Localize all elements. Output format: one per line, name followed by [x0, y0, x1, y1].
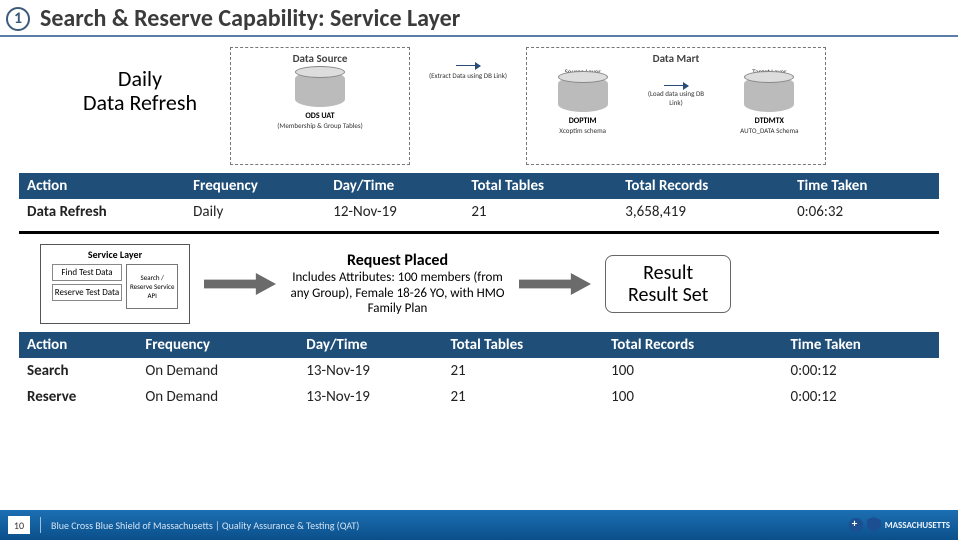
- cell-day: 13-Nov-19: [298, 384, 442, 410]
- result-box: Result Result Set: [605, 255, 731, 313]
- request-table: Action Frequency Day/Time Total Tables T…: [19, 332, 939, 410]
- cell-action: Search: [19, 358, 137, 384]
- doptim-sub: Xcoptim schema: [538, 126, 628, 135]
- data-mart-title: Data Mart: [531, 52, 821, 65]
- th-time: Time Taken: [783, 332, 940, 358]
- service-layer-box: Service Layer Find Test Data Reserve Tes…: [40, 244, 190, 324]
- step-number-badge: 1: [6, 7, 30, 31]
- request-title: Request Placed: [290, 251, 505, 270]
- data-mart-box: Data Mart Source Layer DOPTIM Xcoptim sc…: [526, 47, 826, 165]
- cell-time: 0:00:12: [783, 358, 940, 384]
- result-line1: Result: [628, 262, 708, 284]
- cell-tables: 21: [442, 358, 603, 384]
- cell-time: 0:00:12: [783, 384, 940, 410]
- section-divider: [19, 231, 939, 234]
- cell-records: 3,658,419: [617, 199, 789, 225]
- table-row: Search On Demand 13-Nov-19 21 100 0:00:1…: [19, 358, 939, 384]
- th-action: Action: [19, 332, 137, 358]
- flow-arrow-1: (Extract Data using DB Link): [428, 47, 508, 165]
- svc-title: Service Layer: [44, 248, 186, 261]
- bcbs-cross-icon: [849, 518, 863, 532]
- ods-label: ODS UAT: [305, 111, 334, 121]
- database-icon: [295, 71, 345, 107]
- footer-brand: MASSACHUSETTS: [849, 517, 950, 533]
- dm-right: Target Layer DTDMTX AUTO_DATA Schema: [724, 67, 814, 135]
- th-day: Day/Time: [298, 332, 442, 358]
- ods-sub: (Membership & Group Tables): [277, 121, 363, 130]
- cell-records: 100: [603, 358, 782, 384]
- footer-bar: 10 Blue Cross Blue Shield of Massachuset…: [0, 510, 958, 540]
- result-line2: Result Set: [628, 284, 708, 306]
- arrow2-note: (Load data using DB Link): [641, 89, 711, 107]
- cell-day: 13-Nov-19: [298, 358, 442, 384]
- database-icon: [744, 76, 794, 112]
- svc-left-stack: Find Test Data Reserve Test Data: [52, 264, 122, 309]
- arrow-icon: [519, 273, 591, 295]
- cell-freq: On Demand: [137, 384, 298, 410]
- upper-block: Daily Data Refresh Data Source ODS UAT (…: [0, 47, 958, 165]
- cell-records: 100: [603, 384, 782, 410]
- cell-action: Data Refresh: [19, 199, 185, 225]
- title-bar: 1 Search & Reserve Capability: Service L…: [0, 0, 958, 37]
- daily-line2: Data Refresh: [70, 91, 210, 115]
- page-number: 10: [8, 516, 30, 534]
- table-row: Reserve On Demand 13-Nov-19 21 100 0:00:…: [19, 384, 939, 410]
- table-row: Data Refresh Daily 12-Nov-19 21 3,658,41…: [19, 199, 939, 225]
- refresh-table: Action Frequency Day/Time Total Tables T…: [19, 173, 939, 225]
- arrow-icon: [204, 273, 276, 295]
- database-icon: [558, 76, 608, 112]
- request-result-row: Service Layer Find Test Data Reserve Tes…: [0, 244, 958, 324]
- cell-day: 12-Nov-19: [325, 199, 463, 225]
- request-placed-box: Request Placed Includes Attributes: 100 …: [290, 251, 505, 317]
- svc-api: Search / Reserve Service API: [126, 264, 178, 309]
- footer-text: Blue Cross Blue Shield of Massachusetts …: [51, 519, 359, 532]
- footer-divider: [40, 517, 41, 533]
- daily-refresh-label: Daily Data Refresh: [30, 47, 230, 165]
- th-records: Total Records: [617, 173, 789, 199]
- brand-text: MASSACHUSETTS: [885, 520, 950, 531]
- dtdmtx-label: DTDMTX: [724, 116, 814, 126]
- data-source-box: Data Source ODS UAT (Membership & Group …: [230, 47, 410, 165]
- arrow-icon: [456, 65, 480, 66]
- cell-freq: Daily: [185, 199, 325, 225]
- th-day: Day/Time: [325, 173, 463, 199]
- th-records: Total Records: [603, 332, 782, 358]
- dtdmtx-sub: AUTO_DATA Schema: [724, 126, 814, 135]
- th-freq: Frequency: [185, 173, 325, 199]
- daily-line1: Daily: [70, 67, 210, 91]
- bcbs-shield-icon: [867, 517, 881, 533]
- th-action: Action: [19, 173, 185, 199]
- doptim-label: DOPTIM: [538, 116, 628, 126]
- svc-find: Find Test Data: [52, 264, 122, 281]
- th-freq: Frequency: [137, 332, 298, 358]
- data-flow-diagram: Data Source ODS UAT (Membership & Group …: [230, 47, 928, 165]
- cell-time: 0:06:32: [789, 199, 939, 225]
- dm-left: Source Layer DOPTIM Xcoptim schema: [538, 67, 628, 135]
- th-time: Time Taken: [789, 173, 939, 199]
- arrow1-note: (Extract Data using DB Link): [428, 71, 508, 80]
- svc-reserve: Reserve Test Data: [52, 284, 122, 301]
- cell-action: Reserve: [19, 384, 137, 410]
- th-tables: Total Tables: [442, 332, 603, 358]
- page-title: Search & Reserve Capability: Service Lay…: [40, 4, 460, 33]
- cell-tables: 21: [442, 384, 603, 410]
- arrow-icon: [664, 85, 688, 86]
- flow-arrow-2: (Load data using DB Link): [641, 67, 711, 107]
- th-tables: Total Tables: [463, 173, 617, 199]
- cell-tables: 21: [463, 199, 617, 225]
- data-source-title: Data Source: [235, 52, 405, 65]
- cell-freq: On Demand: [137, 358, 298, 384]
- request-body: Includes Attributes: 100 members (from a…: [290, 270, 505, 317]
